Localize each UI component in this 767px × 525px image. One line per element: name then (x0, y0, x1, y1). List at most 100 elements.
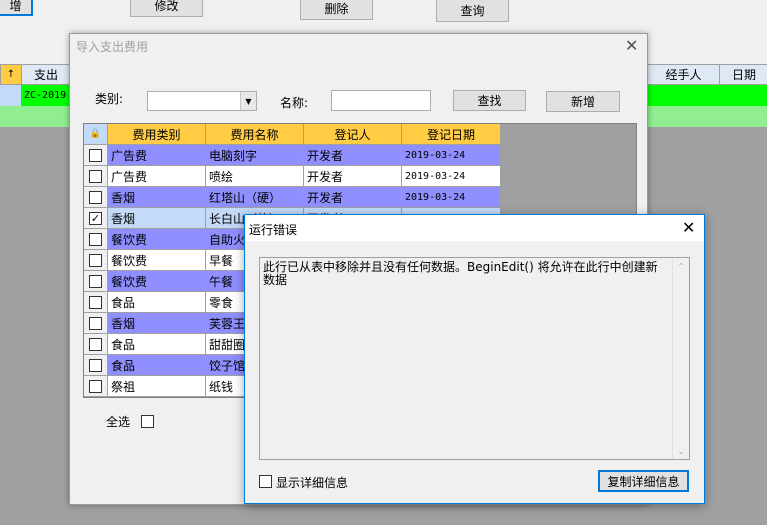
cell-registrar[interactable]: 开发者 (304, 166, 402, 187)
main-row-expense-cell[interactable]: ZC-2019 (21, 85, 71, 106)
main-row-header[interactable] (0, 106, 22, 127)
cell-category[interactable]: 食品 (108, 355, 206, 376)
cell-category[interactable]: 香烟 (108, 187, 206, 208)
category-label: 类别: (95, 92, 124, 106)
lock-icon: 🔒 (84, 124, 108, 145)
main-row-expense-cell[interactable] (21, 106, 71, 127)
delete-button[interactable]: 删除 (300, 0, 373, 20)
grid-header-row: 🔒 费用类别 费用名称 登记人 登记日期 (84, 124, 501, 145)
error-dialog-close-icon[interactable]: ✕ (682, 220, 695, 236)
row-checkbox[interactable] (89, 274, 102, 288)
row-select-cell[interactable] (84, 271, 108, 292)
row-select-cell[interactable] (84, 229, 108, 250)
column-header-registrar[interactable]: 登记人 (304, 124, 402, 145)
row-select-cell[interactable] (84, 334, 108, 355)
row-checkbox[interactable] (89, 148, 102, 162)
column-header-handler[interactable]: 经手人 (647, 64, 720, 85)
cell-registrar[interactable]: 开发者 (304, 145, 402, 166)
scroll-down-icon[interactable]: ⌄ (673, 443, 689, 459)
cell-category[interactable]: 食品 (108, 334, 206, 355)
row-select-cell[interactable] (84, 250, 108, 271)
runtime-error-dialog: 运行错误 ✕ 此行已从表中移除并且没有任何数据。BeginEdit() 将允许在… (244, 214, 705, 504)
table-row[interactable]: 广告费 喷绘 开发者 2019-03-24 (84, 166, 501, 187)
import-dialog-title: 导入支出费用 (76, 40, 149, 54)
cell-category[interactable]: 香烟 (108, 313, 206, 334)
row-checkbox[interactable]: ✓ (89, 211, 102, 225)
add-button-label: 增 (9, 0, 22, 13)
column-header-expense[interactable]: 支出 (21, 64, 71, 85)
cell-category[interactable]: 广告费 (108, 145, 206, 166)
row-checkbox[interactable] (89, 316, 102, 330)
column-header-date[interactable]: 日期 (719, 64, 767, 85)
cell-registrar[interactable]: 开发者 (304, 187, 402, 208)
row-checkbox[interactable] (89, 337, 102, 351)
row-checkbox[interactable] (89, 253, 102, 267)
select-all-checkbox[interactable] (141, 415, 154, 428)
search-button[interactable]: 查找 (453, 90, 526, 111)
row-checkbox[interactable] (89, 295, 102, 309)
error-message-text: 此行已从表中移除并且没有任何数据。BeginEdit() 将允许在此行中创建新数… (263, 260, 658, 287)
row-checkbox[interactable] (89, 379, 102, 393)
cell-name[interactable]: 喷绘 (206, 166, 304, 187)
scroll-up-icon[interactable]: ⌃ (673, 258, 689, 274)
cell-name[interactable]: 红塔山（硬） (206, 187, 304, 208)
import-dialog-close-icon[interactable]: ✕ (625, 38, 638, 54)
main-row-date-cell[interactable] (719, 106, 767, 127)
main-row-handler-cell[interactable] (647, 85, 720, 106)
name-label: 名称: (280, 96, 309, 110)
add-new-button-label: 新增 (570, 95, 595, 109)
row-select-cell[interactable] (84, 187, 108, 208)
cell-name[interactable]: 电脑刻字 (206, 145, 304, 166)
cell-date[interactable]: 2019-03-24 (402, 145, 501, 166)
sort-indicator[interactable]: ↑ (0, 64, 22, 85)
show-details-label: 显示详细信息 (276, 476, 349, 490)
search-button-label: 查找 (477, 94, 502, 108)
row-select-cell[interactable] (84, 376, 108, 397)
query-button-label: 查询 (460, 3, 485, 18)
add-new-button[interactable]: 新增 (546, 91, 620, 112)
add-button[interactable]: 增 (0, 0, 33, 16)
query-button[interactable]: 查询 (436, 0, 509, 22)
row-checkbox[interactable] (89, 232, 102, 246)
row-select-cell[interactable]: ✓ (84, 208, 108, 229)
error-message-box[interactable]: 此行已从表中移除并且没有任何数据。BeginEdit() 将允许在此行中创建新数… (259, 257, 690, 460)
table-row[interactable]: 香烟 红塔山（硬） 开发者 2019-03-24 (84, 187, 501, 208)
column-header-name[interactable]: 费用名称 (206, 124, 304, 145)
row-checkbox[interactable] (89, 190, 102, 204)
row-checkbox[interactable] (89, 358, 102, 372)
chevron-down-icon[interactable]: ▼ (240, 92, 256, 110)
cell-category[interactable]: 广告费 (108, 166, 206, 187)
main-row-date-cell[interactable] (719, 85, 767, 106)
message-scrollbar[interactable]: ⌃ ⌄ (672, 258, 689, 459)
category-combobox[interactable]: ▼ (147, 91, 257, 111)
name-input[interactable] (331, 90, 431, 111)
column-header-category[interactable]: 费用类别 (108, 124, 206, 145)
row-select-cell[interactable] (84, 166, 108, 187)
cell-category[interactable]: 餐饮费 (108, 229, 206, 250)
edit-button-label: 修改 (154, 0, 179, 13)
delete-button-label: 删除 (324, 1, 349, 16)
main-row-handler-cell[interactable] (647, 106, 720, 127)
column-header-date[interactable]: 登记日期 (402, 124, 501, 145)
error-dialog-title: 运行错误 (249, 223, 298, 237)
cell-category[interactable]: 餐饮费 (108, 271, 206, 292)
edit-button[interactable]: 修改 (130, 0, 203, 17)
cell-category[interactable]: 祭祖 (108, 376, 206, 397)
select-all-label: 全选 (106, 415, 131, 429)
row-select-cell[interactable] (84, 145, 108, 166)
copy-details-button[interactable]: 复制详细信息 (598, 470, 689, 492)
row-select-cell[interactable] (84, 292, 108, 313)
cell-category[interactable]: 餐饮费 (108, 250, 206, 271)
row-select-cell[interactable] (84, 355, 108, 376)
main-row-header[interactable] (0, 85, 22, 106)
cell-category[interactable]: 食品 (108, 292, 206, 313)
copy-details-button-label: 复制详细信息 (607, 474, 680, 489)
row-checkbox[interactable] (89, 169, 102, 183)
error-dialog-titlebar: 运行错误 ✕ (245, 215, 704, 241)
cell-category[interactable]: 香烟 (108, 208, 206, 229)
table-row[interactable]: 广告费 电脑刻字 开发者 2019-03-24 (84, 145, 501, 166)
cell-date[interactable]: 2019-03-24 (402, 187, 501, 208)
cell-date[interactable]: 2019-03-24 (402, 166, 501, 187)
row-select-cell[interactable] (84, 313, 108, 334)
show-details-checkbox[interactable] (259, 475, 272, 488)
